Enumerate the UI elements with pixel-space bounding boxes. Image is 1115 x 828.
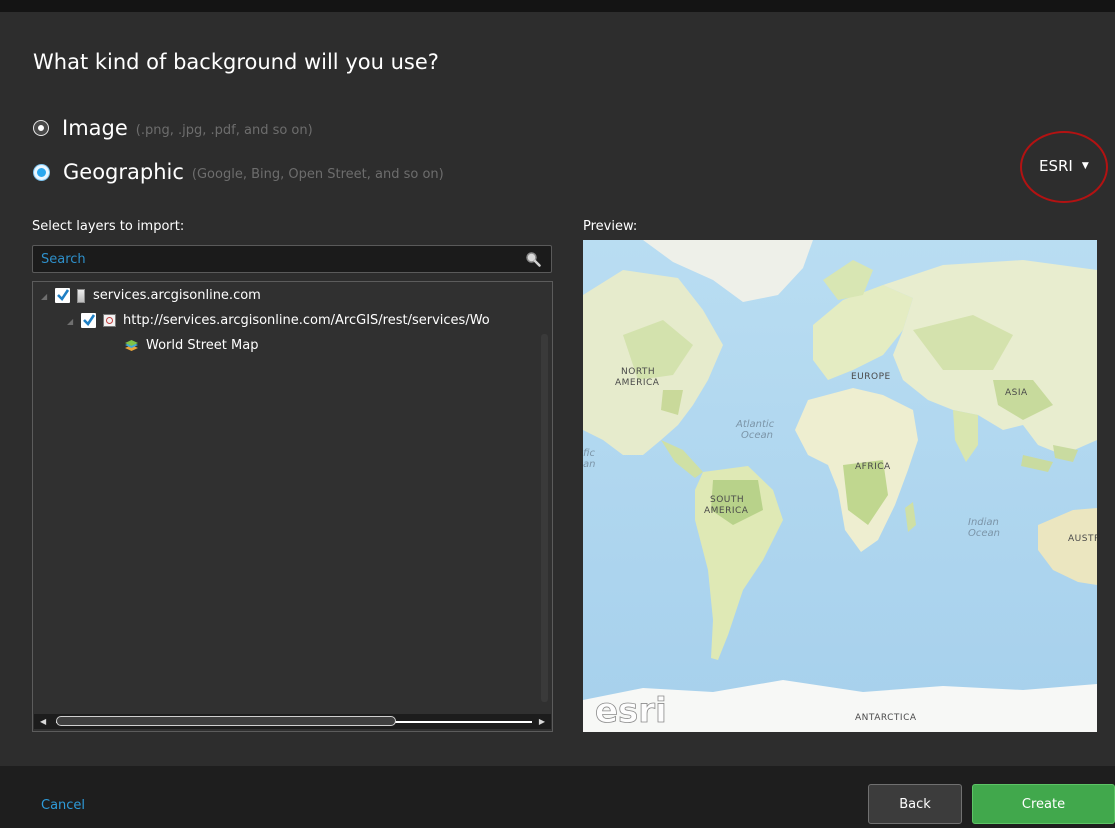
layers-label: Select layers to import:	[32, 219, 185, 234]
server-icon	[77, 288, 85, 303]
tree-item-label: http://services.arcgisonline.com/ArcGIS/…	[123, 313, 490, 328]
image-option-label: Image	[62, 116, 128, 140]
search-box[interactable]	[32, 245, 552, 273]
layer-icon	[125, 339, 138, 351]
provider-value: ESRI	[1039, 157, 1073, 175]
preview-label: Preview:	[583, 219, 638, 234]
horizontal-scrollbar[interactable]: ◀ ▶	[34, 714, 551, 729]
label-north-america: NORTH AMERICA	[615, 367, 660, 388]
map-provider-dropdown[interactable]: ESRI ▼	[1039, 157, 1089, 175]
map-preview: NORTH AMERICA EUROPE ASIA AFRICA SOUTH AME…	[583, 240, 1097, 732]
geographic-radio[interactable]	[34, 164, 49, 180]
search-icon[interactable]	[525, 251, 541, 267]
scroll-left-icon[interactable]: ◀	[40, 717, 46, 726]
label-south-america: SOUTH AMERICA	[704, 495, 749, 516]
tree-item-label: World Street Map	[146, 338, 259, 353]
label-atlantic-ocean: Atlantic Ocean	[735, 419, 775, 441]
vertical-scrollbar[interactable]	[541, 334, 548, 702]
scroll-right-icon[interactable]: ▶	[539, 717, 545, 726]
service-checkbox[interactable]	[81, 313, 96, 328]
scrollbar-thumb[interactable]	[56, 716, 396, 726]
label-indian-ocean: Indian Ocean	[968, 517, 1000, 539]
label-antarctica: ANTARCTICA	[855, 713, 917, 723]
tree-item-service[interactable]: ◢ http://services.arcgisonline.com/ArcGI…	[67, 313, 490, 328]
create-button[interactable]: Create	[972, 784, 1115, 824]
expand-arrow-icon[interactable]: ◢	[41, 292, 49, 301]
search-input[interactable]	[33, 246, 539, 272]
top-bar	[0, 0, 1115, 12]
option-geographic[interactable]: Geographic (Google, Bing, Open Street, a…	[34, 160, 444, 184]
tree-item-layer[interactable]: World Street Map	[124, 338, 258, 353]
back-button[interactable]: Back	[868, 784, 962, 824]
label-australia: AUSTR	[1068, 534, 1097, 544]
tree-item-label: services.arcgisonline.com	[93, 288, 261, 303]
dialog-heading: What kind of background will you use?	[33, 50, 439, 74]
label-pacific-ocean: fic an	[583, 448, 595, 470]
chevron-down-icon: ▼	[1081, 161, 1089, 171]
label-europe: EUROPE	[851, 372, 891, 382]
option-image[interactable]: Image (.png, .jpg, .pdf, and so on)	[34, 116, 313, 140]
image-option-hint: (.png, .jpg, .pdf, and so on)	[135, 122, 313, 138]
label-africa: AFRICA	[855, 462, 891, 472]
label-asia: ASIA	[1005, 388, 1028, 398]
world-map: NORTH AMERICA EUROPE ASIA AFRICA SOUTH AME…	[583, 240, 1097, 732]
expand-arrow-icon[interactable]: ◢	[67, 317, 75, 326]
geographic-option-hint: (Google, Bing, Open Street, and so on)	[191, 166, 444, 182]
esri-logo: esri	[595, 691, 667, 731]
image-radio[interactable]	[34, 121, 48, 135]
tree-item-server[interactable]: ◢ services.arcgisonline.com	[41, 288, 261, 303]
geographic-option-label: Geographic	[63, 160, 184, 184]
map-service-icon	[103, 314, 116, 327]
layer-tree[interactable]: ◢ services.arcgisonline.com ◢ http://ser…	[32, 281, 553, 732]
server-checkbox[interactable]	[55, 288, 70, 303]
cancel-link[interactable]: Cancel	[41, 798, 85, 813]
